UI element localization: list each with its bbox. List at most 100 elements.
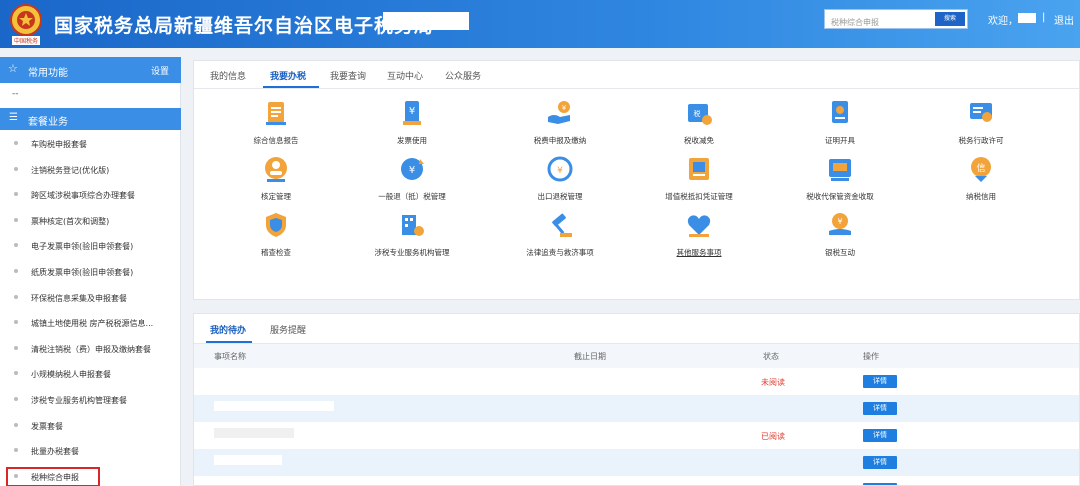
sidebar-item[interactable]: 涉税专业服务机构管理套餐: [0, 387, 181, 413]
status-text: 未阅读: [761, 378, 785, 387]
export-refund-icon: ¥: [547, 156, 573, 182]
sidebar-item[interactable]: 批量办税套餐: [0, 438, 181, 464]
sidebar-settings-link[interactable]: 设置: [151, 64, 169, 77]
service-certificate[interactable]: 证明开具: [780, 99, 900, 154]
service-export-refund[interactable]: ¥ 出口退税管理: [500, 155, 620, 210]
tab-tax-handling[interactable]: 我要办税: [270, 69, 306, 82]
svg-text:¥: ¥: [837, 217, 842, 226]
main-tabs: 我的信息 我要办税 我要查询 互动中心 公众服务: [194, 61, 1080, 89]
credit-icon: 信: [971, 157, 991, 182]
tab-query[interactable]: 我要查询: [330, 69, 366, 82]
header-separator: |: [1042, 12, 1046, 23]
detail-button[interactable]: 详情: [863, 456, 897, 469]
service-refund[interactable]: ¥ 一般退（抵）税管理: [352, 155, 472, 210]
sidebar-item[interactable]: 注销税务登记(优化版): [0, 157, 181, 183]
service-legal-remedy[interactable]: 法律追责与救济事项: [500, 211, 620, 266]
sidebar-item-label: 涉税专业服务机构管理套餐: [31, 395, 127, 405]
service-agency-management[interactable]: 涉税专业服务机构管理: [352, 211, 472, 266]
service-label: 综合信息报告: [253, 136, 299, 145]
bullet-icon: [14, 192, 18, 197]
service-label: 银税互动: [825, 248, 855, 257]
search-input[interactable]: [825, 13, 935, 32]
item-name-redacted: [214, 401, 334, 411]
service-label: 一般退（抵）税管理: [378, 192, 446, 201]
sidebar-item[interactable]: 城镇土地使用税 房产税税源信息...: [0, 310, 181, 336]
bullet-icon: [14, 141, 18, 145]
sidebar-item-comprehensive-declaration[interactable]: 税种综合申报: [0, 464, 181, 486]
svg-text:¥: ¥: [557, 166, 563, 176]
tab-my-info[interactable]: 我的信息: [210, 69, 246, 82]
invoice-icon: ¥: [403, 101, 421, 125]
tab-interaction[interactable]: 互动中心: [387, 69, 423, 82]
service-invoice-use[interactable]: ¥ 发票使用: [352, 99, 472, 154]
table-row: 详情: [194, 395, 1079, 422]
tax-payment-icon: ¥: [548, 101, 570, 124]
service-inspection[interactable]: 稽查检查: [216, 211, 336, 266]
sidebar-item[interactable]: 纸质发票申领(验旧申领套餐): [0, 259, 181, 285]
service-label: 涉税专业服务机构管理: [374, 248, 450, 257]
col-status: 状态: [763, 352, 779, 361]
sidebar-common-label: 常用功能: [28, 68, 68, 79]
tab-public-service[interactable]: 公众服务: [445, 69, 481, 82]
item-name-redacted: [214, 455, 282, 465]
search-button[interactable]: 搜索: [935, 12, 965, 26]
sidebar-item-label: 税种综合申报: [31, 472, 79, 482]
service-label: 增值税抵扣凭证管理: [665, 192, 733, 201]
service-credit[interactable]: 信 纳税信用: [921, 155, 1041, 210]
sidebar-category-package[interactable]: ☰ 套餐业务: [0, 108, 181, 130]
svg-text:信: 信: [976, 162, 985, 174]
sidebar-item[interactable]: 清税注销税（费）申报及缴纳套餐: [0, 336, 181, 362]
service-bank-tax[interactable]: ¥ 银税互动: [780, 211, 900, 266]
service-comprehensive-report[interactable]: 综合信息报告: [216, 99, 336, 154]
service-label: 纳税信用: [966, 192, 996, 201]
bullet-icon: [14, 371, 18, 376]
star-icon: ☆: [8, 62, 18, 75]
admin-permit-icon: [970, 103, 992, 122]
service-label: 发票使用: [397, 136, 427, 145]
tab-service-reminder[interactable]: 服务提醒: [270, 323, 306, 336]
sidebar-item-label: 城镇土地使用税 房产税税源信息...: [31, 319, 154, 329]
service-custody-fund[interactable]: 税收代保管资金收取: [780, 155, 900, 210]
legal-icon: [552, 213, 572, 237]
tax-relief-icon: 税: [688, 104, 712, 125]
service-vat-voucher[interactable]: 增值税抵扣凭证管理: [639, 155, 759, 210]
sidebar-item[interactable]: 票种核定(首次和调整): [0, 208, 181, 234]
service-admin-permit[interactable]: 税务行政许可: [921, 99, 1041, 154]
assessment-icon: [265, 157, 287, 182]
service-label: 法律追责与救济事项: [526, 248, 594, 257]
service-tax-declaration[interactable]: ¥ 税费申报及缴纳: [500, 99, 620, 154]
detail-button[interactable]: 详情: [863, 429, 897, 442]
custody-fund-icon: [829, 159, 851, 181]
sidebar-item-label: 环保税信息采集及申报套餐: [31, 293, 127, 303]
status-text: 已阅读: [761, 432, 785, 441]
sidebar-item-label: 车购税申报套餐: [31, 140, 87, 149]
table-row: 详情: [194, 476, 1079, 485]
table-row: 详情: [194, 449, 1079, 476]
service-assessment[interactable]: 核定管理: [216, 155, 336, 210]
svg-text:¥: ¥: [562, 104, 567, 112]
detail-button[interactable]: 详情: [863, 375, 897, 388]
sidebar-item-label: 批量办税套餐: [31, 447, 79, 457]
detail-button[interactable]: 详情: [863, 402, 897, 415]
logout-link[interactable]: 退出: [1054, 12, 1074, 27]
sidebar-item[interactable]: 车购税申报套餐: [0, 131, 181, 157]
bullet-icon: [14, 396, 18, 401]
table-row: 已阅读 详情: [194, 422, 1079, 449]
tab-my-todo[interactable]: 我的待办: [210, 323, 246, 336]
sidebar-item[interactable]: 小规模纳税人申报套餐: [0, 361, 181, 387]
service-tax-relief[interactable]: 税 税收减免: [639, 99, 759, 154]
service-label: 证明开具: [825, 136, 855, 145]
table-header: 事项名称 截止日期 状态 操作: [194, 344, 1079, 368]
tax-emblem-logo: 中国税务: [10, 4, 42, 45]
table-row: 未阅读 详情: [194, 368, 1079, 395]
sidebar-item[interactable]: 电子发票申领(验旧申领套餐): [0, 233, 181, 259]
col-deadline: 截止日期: [574, 352, 606, 361]
sidebar: ☆ 常用功能 设置 -- ☰ 套餐业务 车购税申报套餐 注销税务登记(优化版) …: [0, 57, 181, 486]
service-label: 出口退税管理: [537, 192, 583, 201]
sidebar-item-label: 小规模纳税人申报套餐: [31, 370, 111, 380]
redacted-region: [383, 12, 469, 30]
sidebar-item[interactable]: 环保税信息采集及申报套餐: [0, 285, 181, 311]
service-other[interactable]: 其他服务事项: [639, 211, 759, 266]
sidebar-item[interactable]: 发票套餐: [0, 413, 181, 439]
sidebar-item[interactable]: 跨区域涉税事项综合办理套餐: [0, 182, 181, 208]
